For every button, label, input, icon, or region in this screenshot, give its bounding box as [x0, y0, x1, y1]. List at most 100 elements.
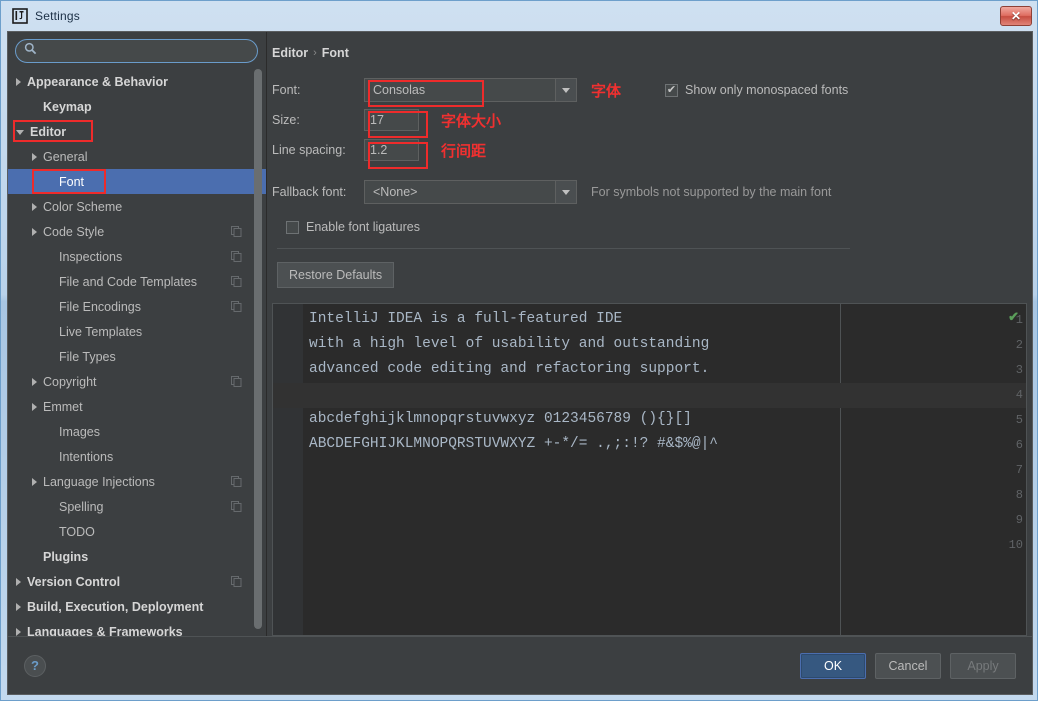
ligatures-checkbox-row[interactable]: Enable font ligatures: [286, 220, 1032, 234]
line-spacing-input[interactable]: [364, 139, 419, 161]
restore-defaults-button[interactable]: Restore Defaults: [277, 262, 395, 288]
ligatures-label: Enable font ligatures: [306, 220, 420, 234]
chevron-right-icon[interactable]: [32, 227, 37, 236]
copy-settings-icon[interactable]: [231, 226, 242, 237]
sidebar-item-file-and-code-templates[interactable]: File and Code Templates: [8, 269, 266, 294]
line-number: 8: [1015, 488, 1023, 502]
sidebar-item-intentions[interactable]: Intentions: [8, 444, 266, 469]
monospaced-checkbox[interactable]: [665, 83, 679, 97]
help-button[interactable]: ?: [24, 654, 46, 677]
preview-code-line: abcdefghijklmnopqrstuvwxyz 0123456789 ()…: [309, 411, 692, 427]
sidebar-item-plugins[interactable]: Plugins: [8, 544, 266, 569]
sidebar-item-file-encodings[interactable]: File Encodings: [8, 294, 266, 319]
sidebar-item-code-style[interactable]: Code Style: [8, 219, 266, 244]
chevron-right-icon[interactable]: [32, 477, 37, 486]
chevron-down-icon: [562, 189, 570, 195]
close-button[interactable]: ✕: [1000, 6, 1032, 26]
sidebar-item-label: General: [43, 149, 88, 164]
copy-settings-icon[interactable]: [231, 251, 242, 262]
search-box[interactable]: [15, 39, 258, 63]
size-input[interactable]: [364, 109, 419, 131]
apply-button[interactable]: Apply: [950, 652, 1016, 679]
sidebar-scrollbar[interactable]: [254, 69, 262, 629]
sidebar-item-languages-frameworks[interactable]: Languages & Frameworks: [8, 619, 266, 636]
copy-settings-icon[interactable]: [231, 576, 242, 587]
size-row: Size: 字体大小: [272, 106, 1032, 134]
sidebar-item-label: File Encodings: [59, 299, 141, 314]
copy-settings-icon[interactable]: [231, 276, 242, 287]
breadcrumb-parent[interactable]: Editor: [272, 46, 308, 60]
sidebar-item-general[interactable]: General: [8, 144, 266, 169]
sidebar-item-label: File Types: [59, 349, 116, 364]
fallback-font-value: <None>: [373, 185, 418, 199]
fallback-font-dropdown-button[interactable]: [555, 181, 576, 203]
monospaced-checkbox-row[interactable]: Show only monospaced fonts: [665, 83, 848, 97]
monospaced-label: Show only monospaced fonts: [685, 83, 849, 97]
chevron-right-icon[interactable]: [32, 402, 37, 411]
sidebar-item-inspections[interactable]: Inspections: [8, 244, 266, 269]
copy-settings-icon[interactable]: [231, 501, 242, 512]
line-number: 3: [1015, 363, 1023, 377]
sidebar-item-version-control[interactable]: Version Control: [8, 569, 266, 594]
sidebar-item-todo[interactable]: TODO: [8, 519, 266, 544]
preview-code-line: ABCDEFGHIJKLMNOPQRSTUVWXYZ +-*/= .,;:!? …: [309, 436, 718, 452]
ok-button[interactable]: OK: [800, 652, 866, 679]
sidebar-item-keymap[interactable]: Keymap: [8, 94, 266, 119]
font-settings-panel: Editor › Font Font: Consolas 字体 ✔ Show o…: [267, 32, 1032, 636]
sidebar-item-label: Plugins: [43, 549, 89, 564]
sidebar-item-editor[interactable]: Editor: [8, 119, 266, 144]
chevron-right-icon[interactable]: [16, 627, 21, 636]
preview-code-line: IntelliJ IDEA is a full-featured IDE: [309, 311, 623, 327]
cancel-button[interactable]: Cancel: [875, 652, 941, 679]
font-annotation: 字体: [591, 81, 622, 100]
sidebar-item-color-scheme[interactable]: Color Scheme: [8, 194, 266, 219]
sidebar-item-file-types[interactable]: File Types: [8, 344, 266, 369]
copy-settings-icon[interactable]: [231, 301, 242, 312]
chevron-right-icon[interactable]: [32, 152, 37, 161]
sidebar-item-appearance-behavior[interactable]: Appearance & Behavior: [8, 69, 266, 94]
sidebar-item-spelling[interactable]: Spelling: [8, 494, 266, 519]
fallback-font-combo[interactable]: <None>: [364, 180, 577, 204]
chevron-down-icon: [562, 87, 570, 93]
chevron-down-icon[interactable]: [16, 130, 24, 135]
font-preview-editor[interactable]: 1 2 3 4 5 6 7 8 9 10 IntelliJ IDEA is a full-featu…: [272, 303, 1027, 636]
ligatures-checkbox[interactable]: [286, 220, 299, 234]
form-divider: [277, 248, 850, 249]
line-spacing-row: Line spacing: 行间距: [272, 136, 1032, 164]
breadcrumb-separator: ›: [313, 47, 317, 59]
dialog-footer: ? OK Cancel Apply: [8, 636, 1032, 694]
chevron-right-icon[interactable]: [16, 77, 21, 86]
chevron-right-icon[interactable]: [32, 202, 37, 211]
sidebar-item-images[interactable]: Images: [8, 419, 266, 444]
sidebar-item-label: TODO: [59, 524, 95, 539]
font-label: Font:: [272, 83, 301, 97]
size-label: Size:: [272, 113, 300, 127]
sidebar-item-live-templates[interactable]: Live Templates: [8, 319, 266, 344]
search-input[interactable]: [41, 41, 249, 61]
intellij-idea-icon: [12, 8, 28, 24]
preview-code-line: with a high level of usability and outst…: [309, 336, 710, 352]
chevron-right-icon[interactable]: [32, 377, 37, 386]
sidebar-item-label: Copyright: [43, 374, 97, 389]
copy-settings-icon[interactable]: [231, 476, 242, 487]
editor-gutter: [273, 304, 303, 635]
sidebar-item-label: File and Code Templates: [59, 274, 198, 289]
font-combo[interactable]: Consolas: [364, 78, 577, 102]
sidebar-item-font[interactable]: Font: [8, 169, 266, 194]
settings-window: Settings ✕ Appearance & Behavior Keymap …: [0, 0, 1038, 701]
sidebar-item-copyright[interactable]: Copyright: [8, 369, 266, 394]
sidebar-item-build-execution-deployment[interactable]: Build, Execution, Deployment: [8, 594, 266, 619]
line-number: 6: [1015, 438, 1023, 452]
sidebar-item-label: Editor: [30, 124, 67, 139]
line-number: 4: [1015, 388, 1023, 402]
chevron-right-icon[interactable]: [16, 577, 21, 586]
sidebar-item-label: Build, Execution, Deployment: [27, 599, 204, 614]
font-combo-dropdown-button[interactable]: [555, 79, 576, 101]
sidebar-item-language-injections[interactable]: Language Injections: [8, 469, 266, 494]
chevron-right-icon[interactable]: [16, 602, 21, 611]
sidebar-item-emmet[interactable]: Emmet: [8, 394, 266, 419]
sidebar-item-label: Font: [59, 174, 85, 189]
copy-settings-icon[interactable]: [231, 376, 242, 387]
sidebar-item-label: Inspections: [59, 249, 123, 264]
font-row: Font: Consolas 字体 Show only monospaced f…: [272, 76, 1032, 104]
